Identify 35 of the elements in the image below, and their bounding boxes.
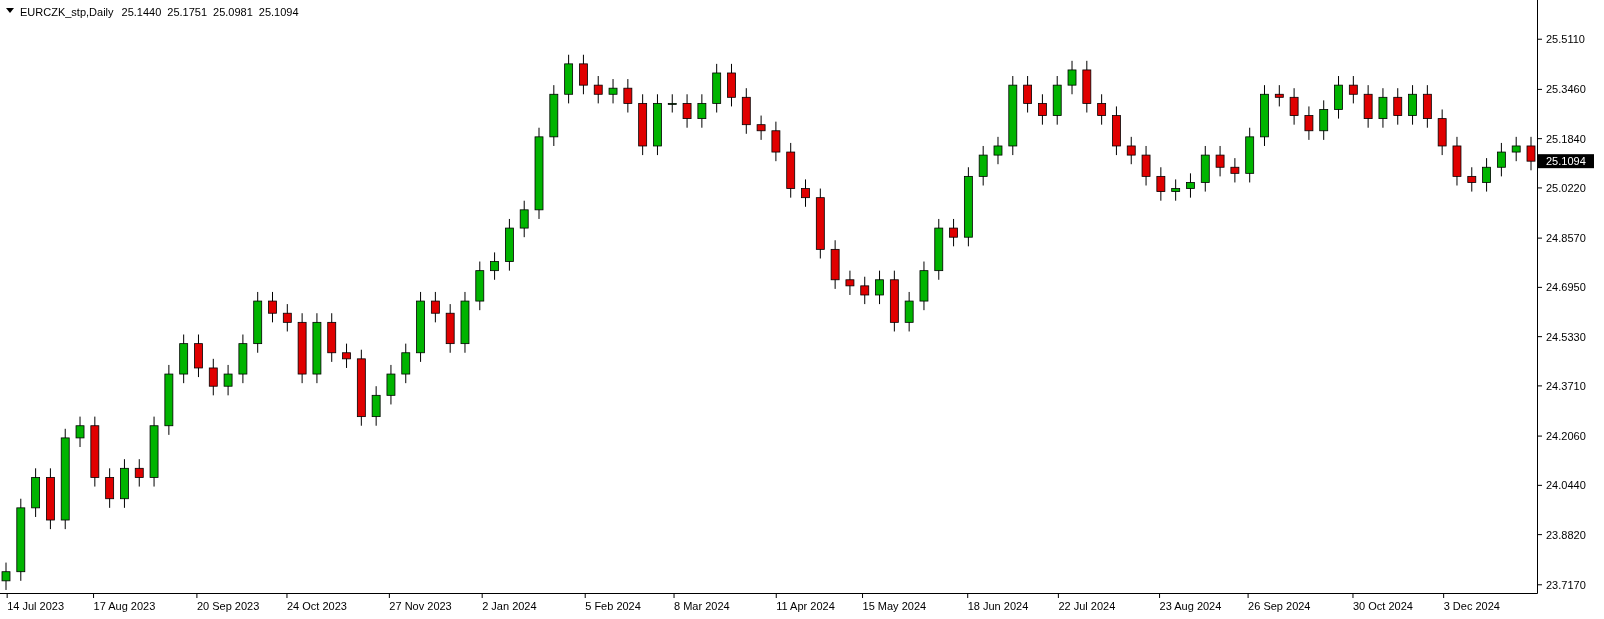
x-axis-label: 27 Nov 2023: [389, 600, 452, 612]
ohlc-value: 25.1440: [121, 6, 162, 18]
y-axis-label: 25.0220: [1546, 181, 1586, 194]
x-axis-label: 22 Jul 2024: [1058, 600, 1116, 612]
y-axis-label: 23.8820: [1546, 528, 1586, 541]
ohlc-value: 25.1094: [258, 6, 299, 18]
x-axis-label: 3 Dec 2024: [1443, 600, 1500, 612]
y-axis-label: 24.5330: [1546, 330, 1586, 343]
y-axis-label: 24.8570: [1546, 232, 1586, 245]
dropdown-triangle-icon[interactable]: [6, 8, 14, 13]
x-axis-label: 30 Oct 2024: [1352, 600, 1413, 612]
y-axis-label: 23.7170: [1546, 578, 1586, 591]
ohlc-value: 25.1751: [167, 6, 208, 18]
ohlc-value: 25.0981: [213, 6, 253, 18]
y-axis-label: 24.6950: [1546, 281, 1586, 294]
x-axis-label: 8 Mar 2024: [674, 600, 730, 612]
symbol-title: EURCZK_stp,Daily: [20, 6, 114, 18]
y-axis-label: 24.2060: [1546, 430, 1586, 443]
y-axis-label: 24.3710: [1546, 379, 1586, 392]
x-axis-label: 20 Sep 2023: [196, 600, 260, 612]
x-axis-label: 18 Jun 2024: [967, 600, 1029, 612]
x-axis-label: 24 Oct 2023: [286, 600, 347, 612]
x-axis-label: 5 Feb 2024: [585, 600, 641, 612]
current-price-label: 25.1094: [1538, 154, 1594, 169]
x-axis-label: 2 Jan 2024: [482, 600, 537, 612]
y-axis-label: 25.5110: [1546, 33, 1585, 46]
y-axis-label: 25.3460: [1546, 83, 1586, 96]
x-axis-label: 11 Apr 2024: [776, 600, 835, 612]
x-axis-label: 15 May 2024: [862, 600, 927, 612]
x-axis-label: 17 Aug 2023: [93, 600, 156, 612]
y-axis-label: 25.1840: [1546, 132, 1586, 145]
y-axis-label: 24.0440: [1546, 479, 1586, 492]
x-axis-label: 26 Sep 2024: [1248, 600, 1311, 612]
x-axis-label: 14 Jul 2023: [7, 600, 65, 612]
x-axis-label: 23 Aug 2024: [1159, 600, 1222, 612]
